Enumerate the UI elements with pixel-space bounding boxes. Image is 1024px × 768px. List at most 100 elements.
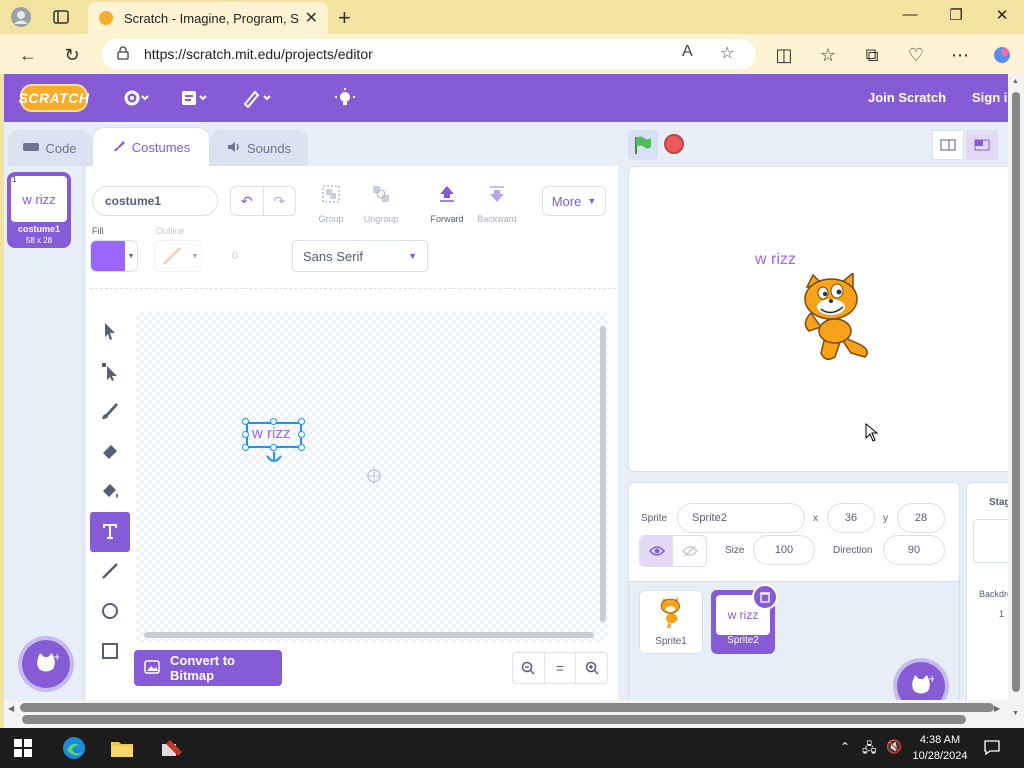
redo-button[interactable]: ↷ (262, 187, 296, 215)
resize-handle[interactable] (270, 418, 277, 425)
split-screen-icon[interactable]: ◫ (772, 43, 796, 67)
rotate-handle-icon[interactable] (264, 452, 284, 469)
undo-button[interactable]: ↶ (231, 187, 263, 215)
tab-actions-icon[interactable] (50, 6, 72, 28)
edge-browser-icon[interactable] (62, 736, 86, 763)
small-stage-button[interactable] (932, 130, 964, 160)
delete-sprite-button[interactable] (752, 584, 778, 610)
show-hidden-icons-icon[interactable]: ⌃ (840, 740, 850, 754)
page-vertical-scrollbar[interactable]: ▲ ▼ (1008, 74, 1024, 728)
convert-to-bitmap-button[interactable]: Convert to Bitmap (134, 650, 282, 686)
windows-start-icon[interactable] (14, 739, 32, 760)
scroll-left-icon[interactable]: ◀ (8, 704, 14, 713)
resize-handle[interactable] (270, 444, 277, 451)
zoom-out-button[interactable] (513, 653, 544, 683)
group-icon[interactable] (306, 182, 356, 206)
font-dropdown[interactable]: Sans Serif ▼ (292, 240, 428, 272)
stage-canvas[interactable]: w rizz (628, 166, 1020, 472)
app-icon[interactable] (160, 736, 184, 763)
scroll-down-icon[interactable]: ▼ (1012, 710, 1019, 717)
profile-icon[interactable] (10, 6, 32, 28)
tab-code[interactable]: Code (8, 130, 92, 166)
scroll-right-icon[interactable]: ▶ (994, 704, 1000, 713)
canvas-text-object[interactable]: w rizz (252, 425, 290, 442)
outline-color-picker[interactable]: ▼ (154, 240, 202, 272)
copilot-icon[interactable] (990, 43, 1014, 67)
restore-button[interactable]: ❐ (936, 6, 976, 24)
line-tool[interactable] (90, 552, 130, 592)
select-tool[interactable] (90, 312, 130, 352)
back-button[interactable]: ← (16, 43, 40, 67)
stop-button[interactable] (664, 134, 684, 154)
outline-width-value[interactable]: 0 (232, 250, 238, 262)
sprite-name-input[interactable]: Sprite2 (677, 503, 805, 533)
close-window-button[interactable]: ✕ (982, 6, 1022, 24)
reload-button[interactable]: ↻ (60, 43, 84, 67)
more-button[interactable]: More ▼ (542, 186, 606, 216)
resize-handle[interactable] (242, 444, 249, 451)
text-tool[interactable] (90, 512, 130, 552)
page-horizontal-scrollbar[interactable]: ◀ ▶ (4, 700, 1008, 728)
green-flag-button[interactable] (628, 130, 658, 160)
reshape-tool[interactable] (90, 352, 130, 392)
costume-tile[interactable]: w rizz 1 costume1 58 x 28 (7, 172, 71, 248)
browser-tab[interactable]: Scratch - Imagine, Program, Share ✕ (88, 2, 328, 34)
scratch-logo[interactable]: SCRATCH (19, 84, 89, 112)
taskbar-clock[interactable]: 4:38 AM 10/28/2024 (908, 732, 972, 764)
tutorials-lightbulb-icon[interactable] (334, 86, 356, 110)
join-scratch-link[interactable]: Join Scratch (868, 90, 946, 105)
forward-icon[interactable] (422, 182, 472, 206)
resize-handle[interactable] (298, 418, 305, 425)
eraser-tool[interactable] (90, 432, 130, 472)
tab-sounds[interactable]: Sounds (210, 130, 308, 166)
resize-handle[interactable] (298, 444, 305, 451)
normal-stage-button[interactable] (966, 130, 998, 160)
rectangle-tool[interactable] (90, 632, 130, 672)
resize-handle[interactable] (242, 418, 249, 425)
address-bar[interactable]: https://scratch.mit.edu/projects/editor … (102, 39, 756, 69)
file-menu-icon[interactable] (180, 86, 210, 110)
canvas-horizontal-scrollbar[interactable] (144, 632, 594, 638)
close-tab-icon[interactable]: ✕ (305, 8, 318, 28)
volume-muted-icon[interactable]: 🔇 (886, 739, 902, 755)
costume-name-input[interactable]: costume1 (92, 186, 218, 216)
horizontal-scroll-thumb-inner[interactable] (22, 715, 966, 724)
collections-icon[interactable]: ⧉ (860, 43, 884, 67)
favorites-icon[interactable]: ☆ (816, 43, 840, 67)
ungroup-icon[interactable] (356, 182, 406, 206)
fill-tool[interactable] (90, 472, 130, 512)
backward-icon[interactable] (472, 182, 522, 206)
zoom-in-button[interactable] (575, 653, 607, 683)
y-position-input[interactable]: 28 (897, 503, 945, 533)
scratch-cat-sprite[interactable] (791, 271, 875, 372)
horizontal-scroll-thumb[interactable] (20, 703, 994, 712)
size-input[interactable]: 100 (753, 535, 815, 565)
scroll-up-icon[interactable]: ▲ (1012, 78, 1019, 85)
hide-sprite-button[interactable] (673, 536, 706, 566)
canvas-vertical-scrollbar[interactable] (600, 326, 606, 622)
read-aloud-icon[interactable]: A (682, 43, 693, 61)
sprite-tile-sprite1[interactable]: Sprite1 (639, 590, 703, 654)
minimize-button[interactable]: — (890, 6, 930, 23)
show-sprite-button[interactable] (640, 536, 673, 566)
circle-tool[interactable] (90, 592, 130, 632)
choose-costume-button[interactable]: + (22, 640, 70, 688)
vertical-scroll-thumb[interactable] (1012, 92, 1020, 692)
resize-handle[interactable] (298, 431, 305, 438)
tab-costumes[interactable]: Costumes (92, 127, 210, 167)
file-explorer-icon[interactable] (110, 738, 134, 761)
more-menu-icon[interactable]: ⋯ (948, 43, 972, 67)
network-icon[interactable]: 🖧 (862, 739, 877, 761)
performance-icon[interactable]: ♡ (904, 43, 928, 67)
new-tab-button[interactable]: + (338, 5, 351, 31)
x-position-input[interactable]: 36 (827, 503, 875, 533)
zoom-reset-button[interactable]: = (543, 653, 576, 683)
settings-gear-icon[interactable] (122, 86, 150, 110)
direction-input[interactable]: 90 (883, 535, 945, 565)
brush-tool[interactable] (90, 392, 130, 432)
favorite-star-icon[interactable]: ☆ (720, 43, 734, 63)
notifications-icon[interactable] (984, 739, 1000, 758)
fill-color-picker[interactable]: ▼ (90, 240, 138, 272)
edit-menu-icon[interactable] (242, 86, 272, 110)
resize-handle[interactable] (242, 431, 249, 438)
